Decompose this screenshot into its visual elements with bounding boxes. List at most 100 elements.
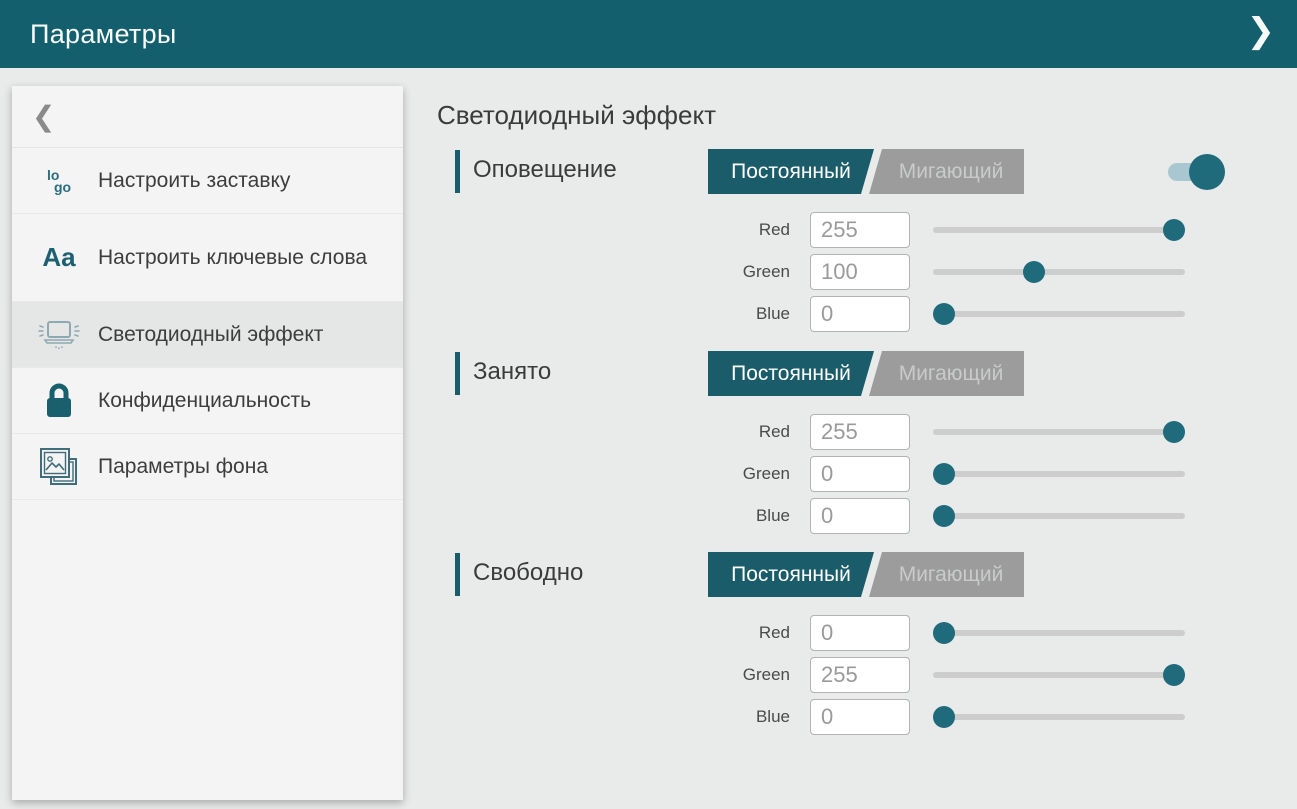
section-label: Занято: [473, 358, 551, 386]
green-row: Green: [455, 657, 1195, 693]
green-label: Green: [455, 262, 790, 282]
sidebar-item-label: Параметры фона: [98, 454, 268, 480]
section-label: Свободно: [473, 559, 583, 587]
slider-track: [933, 269, 1185, 275]
slider-track: [933, 672, 1185, 678]
sidebar-item-label: Конфиденциальность: [98, 388, 311, 414]
section-accent-bar: [455, 150, 460, 193]
sidebar-item-screensaver[interactable]: logo Настроить заставку: [12, 148, 403, 214]
sidebar-item-label: Настроить заставку: [98, 168, 290, 194]
rgb-sliders: Red Green Blue: [455, 212, 1195, 338]
collapse-panel-icon[interactable]: ❯: [1247, 11, 1276, 51]
red-slider[interactable]: [933, 414, 1185, 450]
red-label: Red: [455, 220, 790, 240]
settings-sidebar: ❮ logo Настроить заставку Aa Настроить к…: [12, 86, 403, 800]
slider-thumb[interactable]: [933, 463, 955, 485]
logo-icon: logo: [32, 169, 86, 193]
tab-solid-mode[interactable]: Постоянный: [708, 552, 874, 597]
mode-tabs: Постоянный Мигающий: [708, 149, 1024, 194]
led-section-free: Свободно Постоянный Мигающий Red Green: [455, 551, 1255, 746]
slider-thumb[interactable]: [1163, 219, 1185, 241]
settings-screen: Параметры ❯ ❮ logo Настроить заставку Aa…: [0, 0, 1297, 809]
slider-track: [933, 630, 1185, 636]
toggle-knob: [1189, 154, 1225, 190]
background-icon: [32, 446, 86, 488]
green-value-input[interactable]: [810, 254, 910, 290]
red-slider[interactable]: [933, 615, 1185, 651]
slider-thumb[interactable]: [933, 622, 955, 644]
green-label: Green: [455, 665, 790, 685]
sidebar-item-led-effect[interactable]: Светодиодный эффект: [12, 302, 403, 368]
blue-row: Blue: [455, 296, 1195, 332]
sidebar-item-privacy[interactable]: Конфиденциальность: [12, 368, 403, 434]
slider-thumb[interactable]: [933, 706, 955, 728]
tab-blinking-mode[interactable]: Мигающий: [868, 552, 1024, 597]
red-row: Red: [455, 212, 1195, 248]
blue-row: Blue: [455, 498, 1195, 534]
sidebar-item-label: Настроить ключевые слова: [98, 245, 367, 271]
sidebar-back-button[interactable]: ❮: [12, 86, 403, 148]
red-label: Red: [455, 623, 790, 643]
sidebar-item-keywords[interactable]: Aa Настроить ключевые слова: [12, 214, 403, 302]
green-row: Green: [455, 254, 1195, 290]
red-value-input[interactable]: [810, 414, 910, 450]
blue-label: Blue: [455, 707, 790, 727]
blue-value-input[interactable]: [810, 296, 910, 332]
slider-thumb[interactable]: [1163, 664, 1185, 686]
green-label: Green: [455, 464, 790, 484]
green-slider[interactable]: [933, 456, 1185, 492]
mode-tabs: Постоянный Мигающий: [708, 351, 1024, 396]
slider-thumb[interactable]: [933, 303, 955, 325]
tab-label: Постоянный: [731, 160, 851, 184]
sidebar-item-background[interactable]: Параметры фона: [12, 434, 403, 500]
section-accent-bar: [455, 352, 460, 395]
blue-value-input[interactable]: [810, 498, 910, 534]
slider-track: [933, 471, 1185, 477]
blue-slider[interactable]: [933, 296, 1185, 332]
red-row: Red: [455, 615, 1195, 651]
led-display-icon: [32, 318, 86, 352]
led-section-busy: Занято Постоянный Мигающий Red Green: [455, 350, 1255, 545]
green-row: Green: [455, 456, 1195, 492]
tab-label: Мигающий: [899, 563, 1004, 587]
green-value-input[interactable]: [810, 456, 910, 492]
tab-blinking-mode[interactable]: Мигающий: [868, 149, 1024, 194]
slider-track: [933, 429, 1185, 435]
mode-tabs: Постоянный Мигающий: [708, 552, 1024, 597]
red-row: Red: [455, 414, 1195, 450]
blue-value-input[interactable]: [810, 699, 910, 735]
app-header: Параметры ❯: [0, 0, 1297, 68]
slider-thumb[interactable]: [1023, 261, 1045, 283]
red-slider[interactable]: [933, 212, 1185, 248]
tab-label: Постоянный: [731, 362, 851, 386]
slider-thumb[interactable]: [933, 505, 955, 527]
rgb-sliders: Red Green Blue: [455, 414, 1195, 540]
slider-thumb[interactable]: [1163, 421, 1185, 443]
slider-track: [933, 513, 1185, 519]
sidebar-item-label: Светодиодный эффект: [98, 322, 323, 348]
red-label: Red: [455, 422, 790, 442]
tab-solid-mode[interactable]: Постоянный: [708, 351, 874, 396]
blue-slider[interactable]: [933, 699, 1185, 735]
tab-label: Мигающий: [899, 362, 1004, 386]
tab-label: Постоянный: [731, 563, 851, 587]
led-section-alert: Оповещение Постоянный Мигающий Red Green: [455, 148, 1255, 343]
section-accent-bar: [455, 553, 460, 596]
blue-row: Blue: [455, 699, 1195, 735]
chevron-left-icon: ❮: [32, 100, 55, 133]
section-label: Оповещение: [473, 156, 617, 184]
green-value-input[interactable]: [810, 657, 910, 693]
page-title: Параметры: [30, 0, 177, 68]
alert-enabled-toggle[interactable]: [1161, 150, 1231, 196]
tab-blinking-mode[interactable]: Мигающий: [868, 351, 1024, 396]
content-title: Светодиодный эффект: [437, 100, 716, 131]
green-slider[interactable]: [933, 254, 1185, 290]
red-value-input[interactable]: [810, 615, 910, 651]
red-value-input[interactable]: [810, 212, 910, 248]
tab-solid-mode[interactable]: Постоянный: [708, 149, 874, 194]
blue-label: Blue: [455, 506, 790, 526]
blue-slider[interactable]: [933, 498, 1185, 534]
green-slider[interactable]: [933, 657, 1185, 693]
blue-label: Blue: [455, 304, 790, 324]
keywords-icon: Aa: [32, 242, 86, 273]
